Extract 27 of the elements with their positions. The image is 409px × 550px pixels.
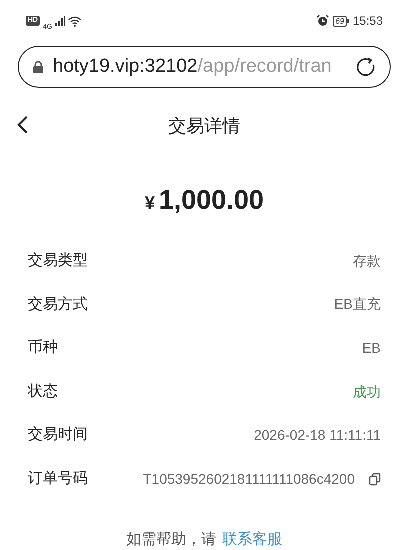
field-label: 订单号码: [28, 469, 88, 490]
copy-icon[interactable]: [369, 472, 381, 486]
wifi-icon: [68, 16, 82, 26]
field-label: 交易方式: [28, 294, 88, 315]
field-value: EB: [362, 338, 381, 358]
alarm-icon: [316, 15, 329, 27]
field-value: 2026-02-18 11:11:11: [254, 426, 381, 446]
clock-time: 15:53: [352, 13, 383, 30]
amount-value: 1,000.00: [158, 184, 264, 217]
field-label: 状态: [28, 382, 58, 402]
lock-icon: [33, 60, 44, 74]
page-title: 交易详情: [168, 114, 240, 138]
reload-icon[interactable]: [356, 57, 376, 77]
field-value: EB直充: [334, 295, 381, 314]
field-value: T1053952602181111111086c4200: [143, 470, 355, 489]
address-bar[interactable]: hoty19.vip:32102/app/record/tran: [18, 46, 391, 88]
field-label: 交易时间: [28, 425, 88, 446]
currency-symbol: ¥: [144, 192, 155, 215]
help-text: 如需帮助，请: [126, 530, 216, 550]
field-label: 币种: [28, 338, 58, 358]
field-label: 交易类型: [28, 251, 88, 272]
back-icon[interactable]: [17, 115, 29, 135]
signal-icon: [55, 16, 66, 26]
status-value: 成功: [353, 382, 381, 402]
field-value: 存款: [353, 252, 381, 271]
url-text: hoty19.vip:32102/app/record/tran: [53, 54, 333, 79]
battery-indicator: 69: [332, 16, 348, 26]
